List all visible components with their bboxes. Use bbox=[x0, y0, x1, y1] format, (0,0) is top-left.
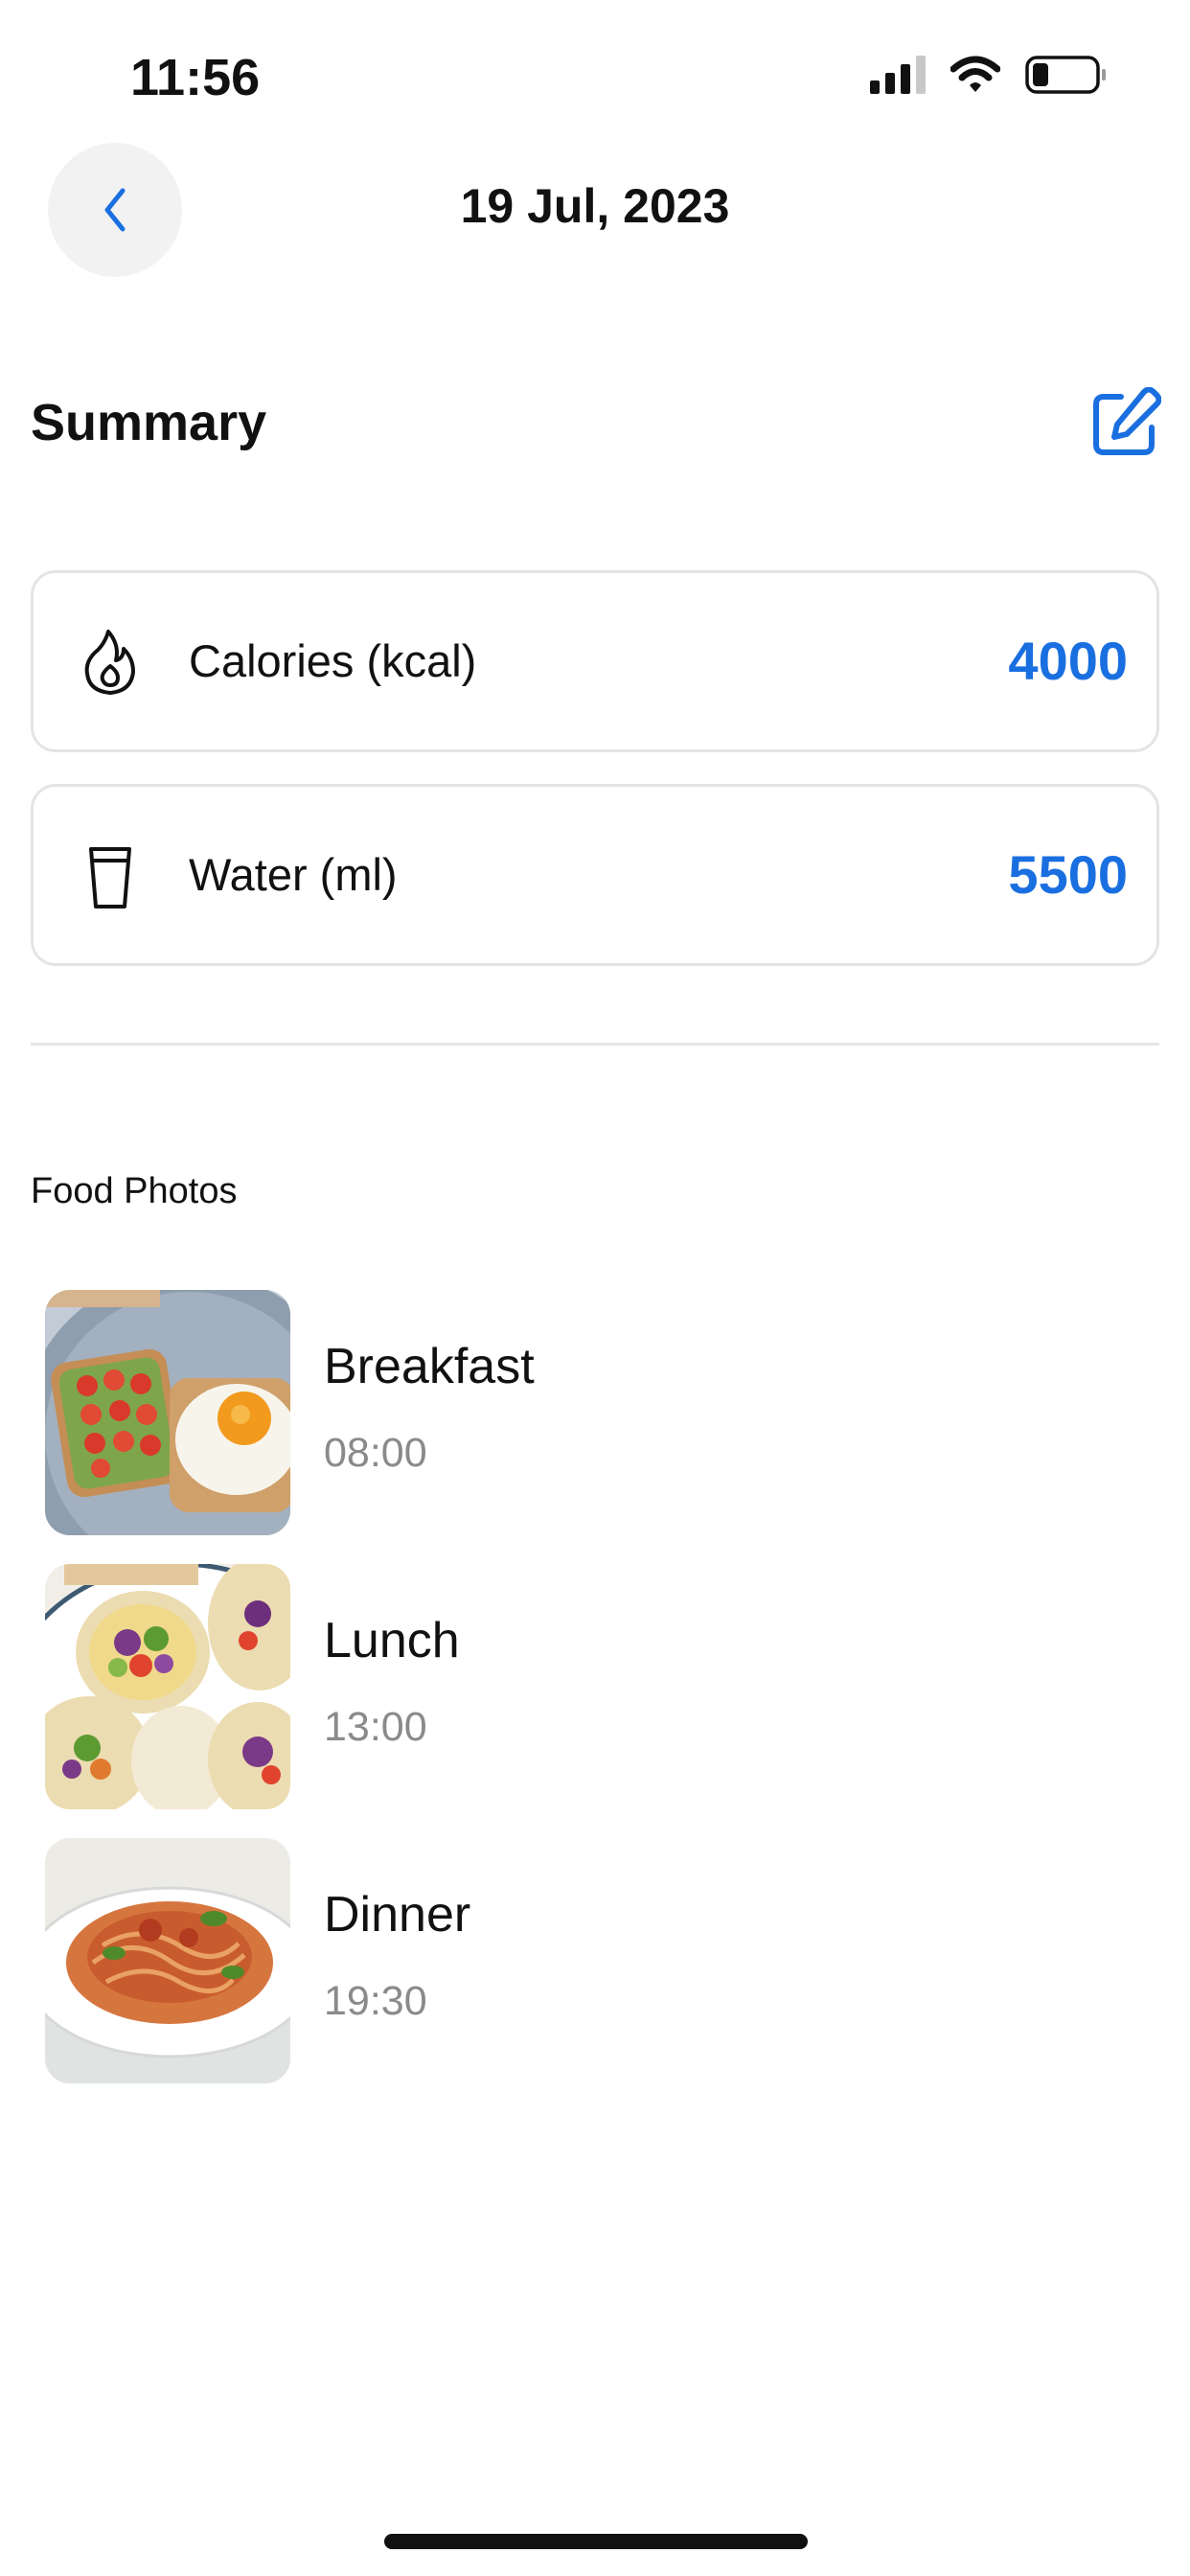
divider bbox=[31, 1043, 1159, 1046]
meal-item-breakfast[interactable]: Breakfast 08:00 bbox=[45, 1290, 1147, 1535]
status-bar: 11:56 bbox=[0, 0, 1190, 144]
meal-item-lunch[interactable]: Lunch 13:00 bbox=[45, 1564, 1147, 1809]
meal-time: 19:30 bbox=[324, 1978, 427, 2024]
battery-icon bbox=[1025, 56, 1106, 94]
breakfast-photo[interactable] bbox=[45, 1290, 290, 1535]
water-label: Water (ml) bbox=[189, 849, 398, 900]
meal-name: Dinner bbox=[324, 1887, 471, 1943]
status-time: 11:56 bbox=[130, 49, 261, 106]
home-indicator[interactable] bbox=[384, 2534, 808, 2549]
edit-button[interactable] bbox=[1088, 386, 1162, 460]
food-photos-heading: Food Photos bbox=[31, 1171, 238, 1211]
calories-value: 4000 bbox=[1008, 631, 1128, 691]
meal-time: 13:00 bbox=[324, 1704, 427, 1750]
water-card[interactable]: Water (ml) 5500 bbox=[31, 784, 1159, 966]
page-title: 19 Jul, 2023 bbox=[460, 179, 730, 233]
status-icons bbox=[870, 56, 1108, 94]
lunch-photo[interactable] bbox=[45, 1564, 290, 1809]
dinner-photo[interactable] bbox=[45, 1838, 290, 2083]
flame-icon bbox=[84, 630, 135, 695]
water-value: 5500 bbox=[1008, 844, 1128, 905]
calories-label: Calories (kcal) bbox=[189, 635, 477, 686]
edit-icon bbox=[1093, 386, 1162, 455]
meal-time: 08:00 bbox=[324, 1430, 427, 1476]
meal-name: Breakfast bbox=[324, 1339, 535, 1394]
wifi-icon bbox=[950, 56, 1000, 92]
cup-icon bbox=[89, 847, 131, 908]
meal-item-dinner[interactable]: Dinner 19:30 bbox=[45, 1838, 1147, 2083]
meal-name: Lunch bbox=[324, 1613, 460, 1668]
calories-card[interactable]: Calories (kcal) 4000 bbox=[31, 570, 1159, 752]
meal-day-screen: 11:56 19 Jul, 2023 Summary Calories (kca… bbox=[0, 0, 1190, 2576]
summary-heading: Summary bbox=[31, 394, 267, 451]
cellular-signal-icon bbox=[870, 56, 926, 94]
